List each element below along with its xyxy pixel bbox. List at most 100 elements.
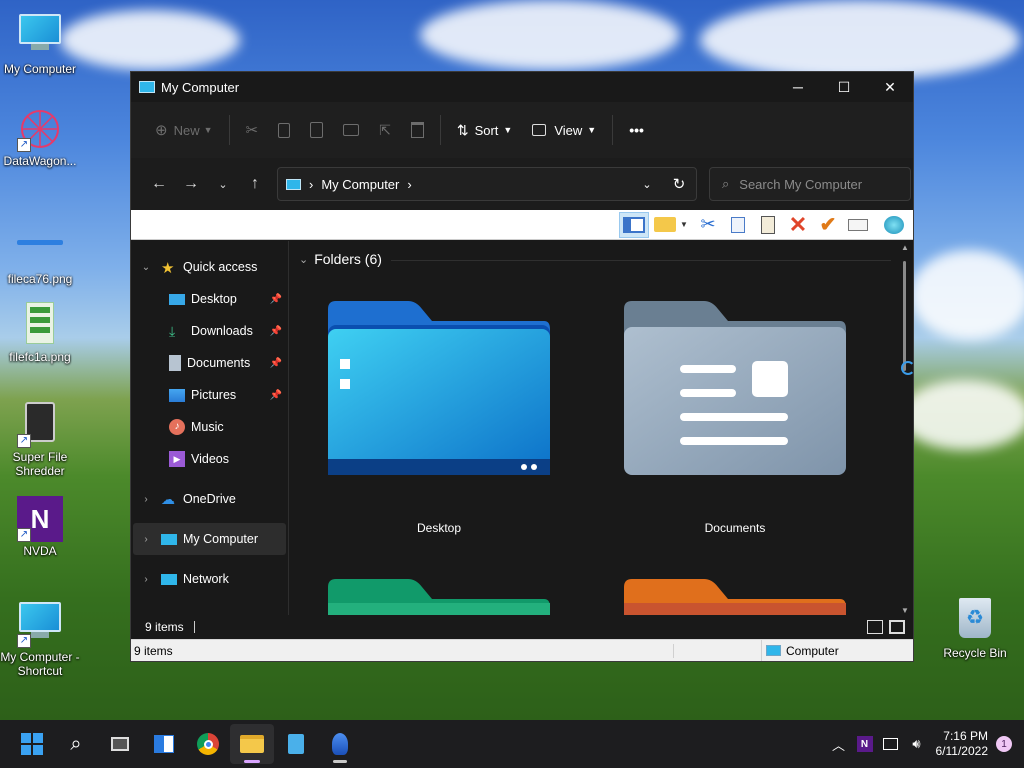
tiles-view-icon[interactable]: [889, 620, 905, 634]
pin-icon[interactable]: 📌: [270, 358, 282, 369]
folder-item-documents[interactable]: Documents: [620, 299, 850, 539]
select-folder-icon[interactable]: ▼: [649, 212, 693, 238]
file-explorer-taskbar-button[interactable]: [230, 724, 274, 764]
nav-item-label: Music: [191, 420, 224, 434]
desktop-icon-datawagon[interactable]: ↗ DataWagon...: [0, 106, 80, 168]
start-button[interactable]: [10, 724, 54, 764]
task-view-button[interactable]: [98, 724, 142, 764]
group-header-folders[interactable]: ⌄ Folders (6): [299, 251, 382, 267]
app-icon: [332, 733, 348, 755]
cut-button[interactable]: ✂: [236, 114, 269, 146]
forward-button[interactable]: →: [175, 168, 207, 200]
pin-icon[interactable]: 📌: [270, 390, 282, 401]
share-button[interactable]: ⇱: [369, 114, 401, 146]
desktop-icon-recycle-bin[interactable]: ♻ Recycle Bin: [935, 598, 1015, 660]
address-dropdown-icon[interactable]: ⌄: [632, 178, 662, 191]
desktop-icon-label: My Computer - Shortcut: [0, 650, 80, 678]
notepad-taskbar-button[interactable]: [274, 724, 318, 764]
nav-quick-access[interactable]: ⌄ ★ Quick access: [131, 251, 288, 283]
folder-item-downloads-partial[interactable]: [324, 577, 554, 615]
nav-item-label: Documents: [187, 356, 251, 370]
search-taskbar-button[interactable]: ⌕: [54, 724, 98, 764]
nav-item-videos[interactable]: ▶ Videos: [131, 443, 288, 475]
view-button[interactable]: View ▼: [522, 114, 606, 146]
star-icon: ★: [161, 260, 175, 277]
back-button[interactable]: ←: [143, 168, 175, 200]
recent-locations-button[interactable]: ⌄: [207, 168, 239, 200]
widgets-button[interactable]: [142, 724, 186, 764]
nav-item-music[interactable]: ♪ Music: [131, 411, 288, 443]
minimize-button[interactable]: ─: [775, 72, 821, 102]
pin-icon[interactable]: 📌: [270, 294, 282, 305]
clock[interactable]: 7:16 PM 6/11/2022: [936, 729, 989, 759]
delete-x-icon[interactable]: ✕: [783, 212, 813, 238]
monitor-icon: ↗: [17, 602, 63, 648]
shell-app-icon[interactable]: [879, 212, 909, 238]
desktop-icon-filefc1a[interactable]: filefc1a.png: [0, 302, 80, 364]
desktop-icon: [169, 293, 185, 305]
chevron-down-icon: ⌄: [141, 261, 151, 273]
nav-item-desktop[interactable]: Desktop 📌: [131, 283, 288, 315]
scroll-down-icon[interactable]: ▼: [901, 606, 909, 615]
desktop-icon-fileca76[interactable]: fileca76.png: [0, 220, 80, 286]
desktop-icon-super-file-shredder[interactable]: ↗ Super File Shredder: [0, 402, 80, 478]
vertical-scrollbar[interactable]: ▲ ▼: [901, 243, 909, 615]
desktop-icon-my-computer[interactable]: My Computer: [0, 10, 80, 76]
nav-onedrive[interactable]: › ☁ OneDrive: [131, 483, 288, 515]
nav-item-label: Desktop: [191, 292, 237, 306]
refresh-icon[interactable]: ↻: [662, 175, 696, 193]
layout-toggle-icon[interactable]: [619, 211, 649, 238]
notification-badge[interactable]: 1: [996, 736, 1012, 752]
paste-button[interactable]: [300, 114, 333, 146]
properties-icon[interactable]: [843, 212, 873, 238]
copy-button[interactable]: [268, 114, 300, 146]
breadcrumb-my-computer[interactable]: My Computer: [321, 177, 399, 192]
desktop-icon-nvda[interactable]: N ↗ NVDA: [0, 496, 80, 558]
content-pane: ⌄ Folders (6) Desktop Documents ▲ ▼: [289, 241, 913, 615]
scrollbar-thumb[interactable]: [903, 261, 906, 371]
address-bar[interactable]: › My Computer › ⌄ ↻: [277, 167, 697, 201]
copy-icon[interactable]: [723, 212, 753, 238]
clipboard-icon[interactable]: [753, 212, 783, 238]
scissors-icon[interactable]: ✂: [693, 212, 723, 238]
delete-button[interactable]: [401, 114, 434, 146]
folder-item-music-partial[interactable]: [620, 577, 850, 615]
nav-my-computer[interactable]: › My Computer: [133, 523, 286, 555]
folder-item-desktop[interactable]: Desktop: [324, 299, 554, 539]
scroll-up-icon[interactable]: ▲: [901, 243, 909, 252]
search-box[interactable]: ⌕ Search My Computer: [709, 167, 911, 201]
nav-item-documents[interactable]: Documents 📌: [131, 347, 288, 379]
nav-item-downloads[interactable]: ⤓ Downloads 📌: [131, 315, 288, 347]
busy-cursor-icon: [901, 361, 913, 375]
title-bar: My Computer ─ ☐ ✕: [131, 72, 913, 102]
chrome-taskbar-button[interactable]: [186, 724, 230, 764]
rename-button[interactable]: [333, 114, 369, 146]
arrow-up-icon: ↑: [251, 175, 259, 192]
network-tray-icon[interactable]: [878, 738, 904, 750]
document-icon: [169, 355, 181, 371]
show-hidden-icons-button[interactable]: ︿: [826, 735, 852, 754]
details-view-icon[interactable]: [867, 620, 883, 634]
download-icon: ⤓: [169, 323, 176, 339]
nav-network[interactable]: › Network: [131, 563, 288, 595]
navigation-row: ← → ⌄ ↑ › My Computer › ⌄ ↻ ⌕ Search My …: [131, 158, 913, 210]
desktop-icon-label: DataWagon...: [3, 154, 77, 168]
network-icon: [161, 573, 177, 585]
app-taskbar-button[interactable]: [318, 724, 362, 764]
sort-button[interactable]: ⇅ Sort ▼: [447, 114, 523, 146]
maximize-button[interactable]: ☐: [821, 72, 867, 102]
trash-icon: [410, 122, 424, 138]
new-button[interactable]: ⊕ New ▼: [145, 114, 223, 146]
taskbar: ⌕ ︿ N 🔊︎ 7:16 PM 6/11/2022 1: [0, 720, 1024, 768]
legacy-status-bar: 9 items Computer: [131, 639, 913, 661]
desktop-icon-my-computer-shortcut[interactable]: ↗ My Computer - Shortcut: [0, 598, 80, 678]
pin-icon[interactable]: 📌: [270, 326, 282, 337]
up-button[interactable]: ↑: [239, 168, 271, 200]
nav-item-pictures[interactable]: Pictures 📌: [131, 379, 288, 411]
close-button[interactable]: ✕: [867, 72, 913, 102]
volume-tray-icon[interactable]: 🔊︎: [904, 736, 930, 752]
checkmark-icon[interactable]: ✔: [813, 212, 843, 238]
legacy-command-strip: ▼ ✂ ✕ ✔: [131, 210, 913, 240]
nvda-tray-icon[interactable]: N: [852, 736, 878, 752]
see-more-button[interactable]: •••: [619, 114, 654, 146]
